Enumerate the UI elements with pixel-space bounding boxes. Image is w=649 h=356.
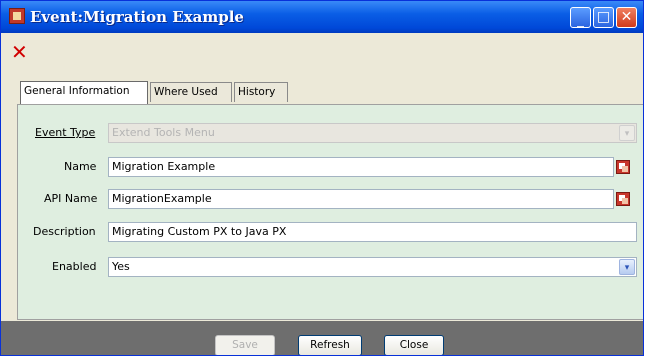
delete-icon[interactable]: ✕ (11, 42, 28, 62)
translate-icon[interactable] (616, 192, 630, 206)
chevron-down-icon[interactable]: ▾ (619, 259, 635, 275)
api-name-label: API Name (44, 192, 98, 205)
minimize-icon: _ (577, 12, 584, 28)
event-type-value: Extend Tools Menu (112, 126, 215, 139)
tab-general-information[interactable]: General Information (20, 81, 148, 104)
chevron-down-icon: ▾ (619, 125, 635, 141)
description-label: Description (33, 225, 96, 238)
api-name-field[interactable]: MigrationExample (108, 189, 614, 209)
tab-where-used[interactable]: Where Used (150, 82, 232, 102)
name-value: Migration Example (112, 160, 216, 173)
tab-history[interactable]: History (234, 82, 288, 102)
event-window: Event:Migration Example _ □ ✕ ✕ General … (0, 0, 644, 356)
event-type-select: Extend Tools Menu ▾ (108, 123, 637, 143)
toolbar (1, 33, 643, 75)
enabled-select[interactable]: Yes ▾ (108, 257, 637, 277)
translate-icon[interactable] (616, 160, 630, 174)
close-window-button[interactable]: ✕ (616, 7, 637, 28)
refresh-button[interactable]: Refresh (298, 335, 362, 355)
maximize-button[interactable]: □ (593, 7, 614, 28)
app-icon (9, 8, 25, 24)
close-button[interactable]: Close (384, 335, 444, 355)
description-value: Migrating Custom PX to Java PX (112, 225, 287, 238)
minimize-button[interactable]: _ (570, 7, 591, 28)
description-field[interactable]: Migrating Custom PX to Java PX (108, 222, 637, 242)
save-button[interactable]: Save (215, 335, 275, 355)
enabled-value: Yes (112, 260, 130, 273)
window-title: Event:Migration Example (30, 8, 244, 26)
general-information-panel: Event Type Extend Tools Menu ▾ Name Migr… (17, 104, 643, 320)
api-name-value: MigrationExample (112, 192, 212, 205)
close-icon: ✕ (620, 9, 633, 25)
name-field[interactable]: Migration Example (108, 157, 614, 177)
event-type-label: Event Type (35, 126, 96, 139)
maximize-icon: □ (596, 9, 611, 25)
enabled-label: Enabled (52, 260, 97, 273)
name-label: Name (64, 160, 97, 173)
title-bar[interactable]: Event:Migration Example _ □ ✕ (1, 1, 643, 33)
